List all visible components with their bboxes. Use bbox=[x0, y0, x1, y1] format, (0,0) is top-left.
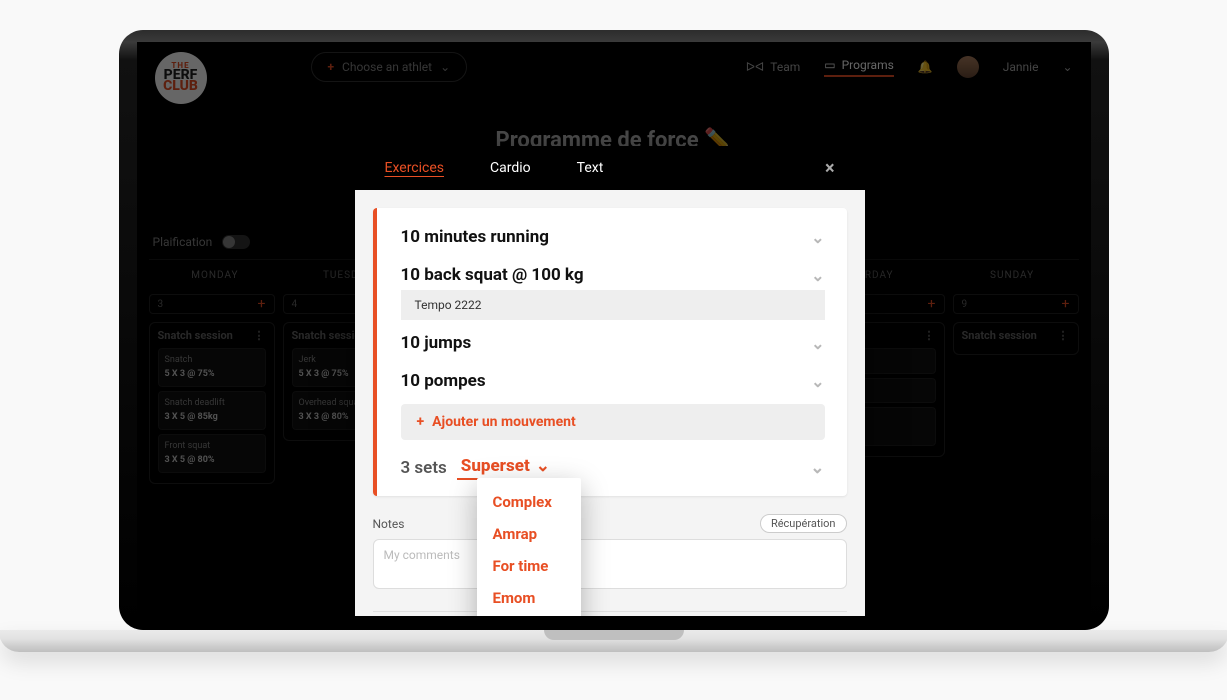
tab-text[interactable]: Text bbox=[577, 160, 604, 176]
day-label: MONDAY bbox=[149, 270, 282, 281]
sets-type-dropdown: Complex Amrap For time Emom Tabata bbox=[477, 478, 581, 616]
tempo-chip[interactable]: Tempo 2222 bbox=[401, 290, 825, 320]
team-icon: ᐅᐊ bbox=[746, 60, 764, 74]
exercise-title: 10 back squat @ 100 kg bbox=[401, 265, 584, 285]
session-title: Snatch session bbox=[158, 329, 233, 342]
chevron-down-icon: ⌄ bbox=[440, 60, 450, 74]
add-session-icon[interactable]: + bbox=[928, 296, 936, 312]
sets-label: 3 sets bbox=[401, 458, 447, 478]
day-number: 3 bbox=[158, 299, 164, 310]
session-title: Snatch session bbox=[962, 329, 1037, 342]
dropdown-option[interactable]: Amrap bbox=[477, 518, 581, 550]
laptop-base bbox=[0, 630, 1227, 652]
sets-type-select[interactable]: Superset ⌄ bbox=[457, 456, 554, 480]
nav-team[interactable]: ᐅᐊ Team bbox=[746, 60, 800, 74]
bell-icon[interactable]: 🔔 bbox=[918, 60, 933, 74]
calendar-icon: ▭ bbox=[824, 58, 835, 72]
notes-area: Notes Récupération bbox=[373, 514, 847, 593]
plus-icon: + bbox=[417, 414, 425, 430]
exercise-row[interactable]: 10 jumps ⌄ bbox=[401, 324, 825, 362]
athlete-select[interactable]: + Choose an athlet ⌄ bbox=[311, 52, 468, 82]
add-session-icon[interactable]: + bbox=[1062, 296, 1070, 312]
exercise-value: 3 X 5 @ 80% bbox=[165, 455, 215, 465]
planification-toggle[interactable] bbox=[222, 235, 250, 249]
exercise-title: 10 pompes bbox=[401, 371, 486, 391]
dropdown-option[interactable]: Emom bbox=[477, 582, 581, 614]
exercise-modal: Exercices Cardio Text × 10 minutes runni… bbox=[355, 146, 865, 616]
chevron-down-icon: ⌄ bbox=[811, 334, 824, 353]
exercise-value: 3 X 3 @ 80% bbox=[299, 412, 349, 422]
exercise-tile[interactable]: Snatch 5 X 3 @ 75% bbox=[158, 348, 266, 387]
exercise-row[interactable]: 10 minutes running ⌄ bbox=[401, 218, 825, 256]
exercise-tile[interactable]: Front squat 3 X 5 @ 80% bbox=[158, 434, 266, 473]
day-header: 9 + bbox=[953, 294, 1079, 314]
nav-team-label: Team bbox=[770, 60, 800, 74]
day-number: 9 bbox=[962, 299, 968, 310]
close-icon[interactable]: × bbox=[825, 158, 835, 179]
chevron-down-icon: ⌄ bbox=[811, 266, 824, 285]
tab-cardio[interactable]: Cardio bbox=[490, 160, 531, 176]
exercise-name: Snatch bbox=[165, 354, 259, 368]
chevron-down-icon: ⌄ bbox=[1062, 60, 1072, 74]
modal-tabs: Exercices Cardio Text × bbox=[355, 146, 865, 190]
more-icon[interactable]: ⋮ bbox=[924, 329, 936, 342]
sets-type-label: Superset bbox=[461, 456, 530, 476]
notes-label: Notes bbox=[373, 517, 405, 531]
add-movement-button[interactable]: + Ajouter un mouvement bbox=[401, 404, 825, 440]
tab-exercices[interactable]: Exercices bbox=[385, 160, 445, 176]
add-movement-label: Ajouter un mouvement bbox=[432, 414, 576, 430]
app-screen: THE PERF CLUB + Choose an athlet ⌄ ᐅᐊ Te… bbox=[137, 42, 1091, 616]
modal-actions: 🗑 Delete 💾 Save bbox=[373, 611, 847, 616]
planification-label: Plaification bbox=[153, 235, 213, 249]
exercise-row[interactable]: 10 back squat @ 100 kg ⌄ bbox=[401, 256, 825, 294]
exercises-panel: 10 minutes running ⌄ 10 back squat @ 100… bbox=[373, 208, 847, 496]
more-icon[interactable]: ⋮ bbox=[1058, 329, 1070, 342]
chevron-down-icon: ⌄ bbox=[536, 456, 550, 476]
dropdown-option[interactable]: Complex bbox=[477, 486, 581, 518]
laptop-mock: THE PERF CLUB + Choose an athlet ⌄ ᐅᐊ Te… bbox=[119, 30, 1109, 670]
day-column: 9 + Snatch session ⋮ bbox=[953, 294, 1079, 484]
sets-row: 3 sets Superset ⌄ ⌄ bbox=[401, 448, 825, 482]
avatar[interactable] bbox=[957, 56, 979, 78]
session-card[interactable]: Snatch session ⋮ bbox=[953, 322, 1079, 355]
chevron-down-icon: ⌄ bbox=[811, 228, 824, 247]
exercise-row[interactable]: 10 pompes ⌄ bbox=[401, 362, 825, 400]
logo: THE PERF CLUB bbox=[155, 52, 207, 104]
exercise-value: 5 X 3 @ 75% bbox=[299, 369, 349, 379]
recuperation-pill[interactable]: Récupération bbox=[760, 514, 847, 533]
user-name[interactable]: Jannie bbox=[1003, 60, 1039, 74]
top-bar: THE PERF CLUB + Choose an athlet ⌄ ᐅᐊ Te… bbox=[137, 42, 1091, 92]
dropdown-option[interactable]: For time bbox=[477, 550, 581, 582]
nav-programs[interactable]: ▭ Programs bbox=[824, 58, 894, 77]
add-session-icon[interactable]: + bbox=[258, 296, 266, 312]
exercise-tile[interactable]: Snatch deadlift 3 X 5 @ 85kg bbox=[158, 391, 266, 430]
chevron-down-icon: ⌄ bbox=[811, 372, 824, 391]
day-header: 3 + bbox=[149, 294, 275, 314]
day-number: 4 bbox=[292, 299, 298, 310]
athlete-select-label: Choose an athlet bbox=[342, 60, 432, 74]
day-column: 3 + Snatch session ⋮ Snatch 5 X 3 @ 75% bbox=[149, 294, 275, 484]
notes-input[interactable] bbox=[373, 539, 847, 589]
exercise-name: Snatch deadlift bbox=[165, 397, 259, 411]
day-label: SUNDAY bbox=[946, 270, 1079, 281]
more-icon[interactable]: ⋮ bbox=[254, 329, 266, 342]
exercise-value: 3 X 5 @ 85kg bbox=[165, 412, 218, 422]
session-card[interactable]: Snatch session ⋮ Snatch 5 X 3 @ 75% Snat… bbox=[149, 322, 275, 484]
exercise-title: 10 minutes running bbox=[401, 227, 549, 247]
chevron-down-icon: ⌄ bbox=[810, 458, 824, 478]
nav-programs-label: Programs bbox=[842, 58, 894, 72]
top-nav: ᐅᐊ Team ▭ Programs 🔔 Jannie ⌄ bbox=[746, 56, 1073, 78]
exercise-title: 10 jumps bbox=[401, 333, 472, 353]
laptop-bezel: THE PERF CLUB + Choose an athlet ⌄ ᐅᐊ Te… bbox=[119, 30, 1109, 630]
exercise-value: 5 X 3 @ 75% bbox=[165, 369, 215, 379]
plus-icon: + bbox=[328, 60, 335, 74]
exercise-name: Front squat bbox=[165, 440, 259, 454]
dropdown-option[interactable]: Tabata bbox=[477, 614, 581, 616]
